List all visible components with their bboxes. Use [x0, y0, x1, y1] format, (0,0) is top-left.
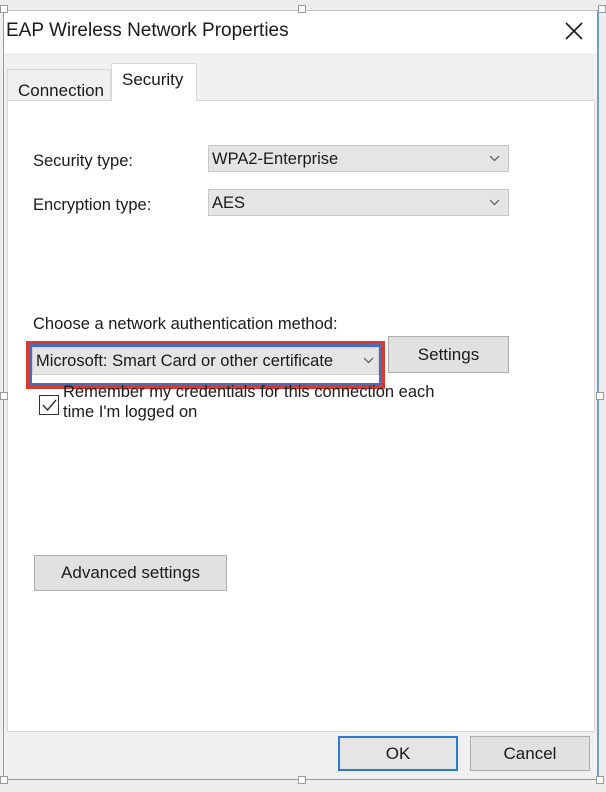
resize-handle-bottom[interactable]: [298, 776, 306, 784]
encryption-type-dropdown[interactable]: AES: [208, 189, 509, 216]
title-bar: EAP Wireless Network Properties: [4, 11, 598, 53]
close-icon: [565, 22, 583, 40]
resize-handle-top[interactable]: [298, 5, 306, 13]
resize-handle-bottom-right[interactable]: [596, 776, 604, 784]
window-title: EAP Wireless Network Properties: [6, 20, 289, 41]
auth-method-label: Choose a network authentication method:: [33, 315, 338, 333]
ok-button[interactable]: OK: [338, 736, 458, 771]
tab-connection-label: Connection: [18, 81, 105, 100]
close-button[interactable]: [552, 13, 596, 49]
security-type-value: WPA2-Enterprise: [212, 150, 339, 168]
ok-button-label: OK: [385, 743, 411, 763]
tab-connection[interactable]: Connection: [7, 69, 111, 100]
resize-handle-bottom-left[interactable]: [0, 776, 8, 784]
chevron-down-icon: [489, 155, 500, 162]
settings-button-label: Settings: [417, 344, 480, 364]
resize-handle-top-left[interactable]: [0, 5, 8, 13]
tab-security[interactable]: Security: [111, 63, 197, 101]
auth-method-dropdown[interactable]: Microsoft: Smart Card or other certifica…: [32, 347, 379, 375]
tab-security-label: Security: [122, 70, 184, 89]
cancel-button-label: Cancel: [503, 743, 557, 763]
chevron-down-icon: [489, 199, 500, 206]
resize-handle-right[interactable]: [596, 392, 604, 400]
security-type-label: Security type:: [33, 152, 133, 170]
security-type-dropdown[interactable]: WPA2-Enterprise: [208, 145, 509, 172]
remember-credentials-label-line1[interactable]: Remember my credentials for this connect…: [63, 383, 434, 402]
chevron-down-icon: [363, 357, 374, 364]
remember-credentials-checkbox[interactable]: [39, 395, 59, 415]
dialog-window: EAP Wireless Network Properties Connecti…: [3, 10, 599, 780]
auth-method-value: Microsoft: Smart Card or other certifica…: [36, 352, 334, 370]
encryption-type-value: AES: [212, 194, 246, 212]
resize-handle-top-right[interactable]: [598, 5, 606, 13]
checkmark-icon: [42, 399, 57, 412]
settings-button[interactable]: Settings: [388, 336, 509, 373]
advanced-settings-button-label: Advanced settings: [61, 563, 200, 582]
encryption-type-label: Encryption type:: [33, 196, 152, 214]
cancel-button[interactable]: Cancel: [470, 736, 590, 771]
resize-handle-left[interactable]: [0, 392, 8, 400]
remember-credentials-label-line2[interactable]: time I'm logged on: [63, 403, 197, 422]
advanced-settings-button[interactable]: Advanced settings: [34, 555, 227, 591]
